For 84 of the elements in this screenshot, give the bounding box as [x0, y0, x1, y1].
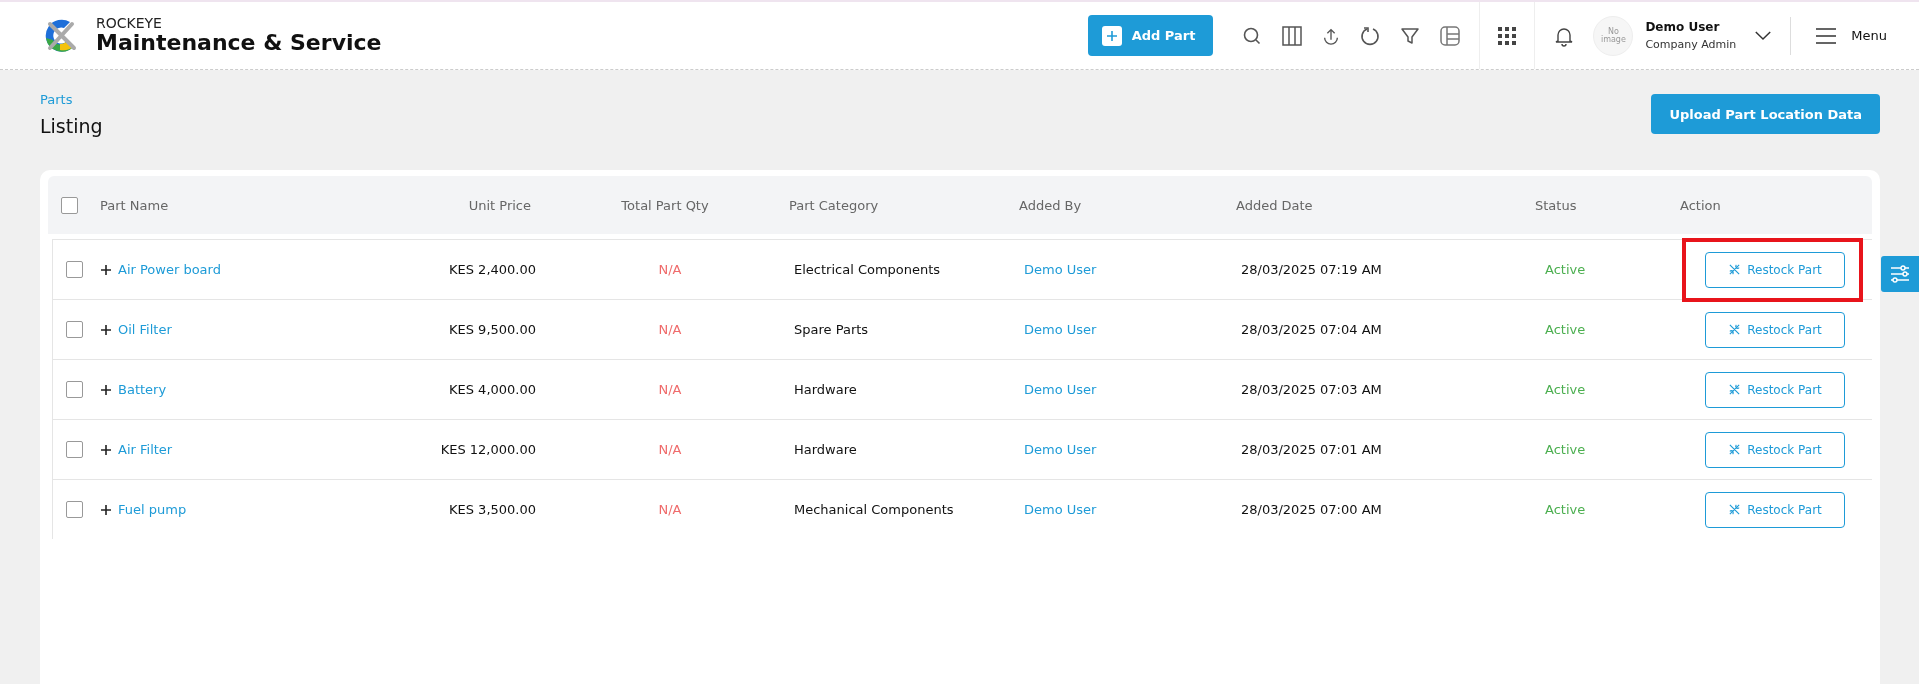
expand-icon[interactable]	[101, 504, 111, 515]
breadcrumb-link[interactable]: Parts	[40, 92, 103, 107]
restock-part-button[interactable]: Restock Part	[1705, 491, 1845, 528]
total-qty: N/A	[658, 322, 682, 337]
page-title: Listing	[40, 115, 103, 137]
status-label: Active	[1545, 502, 1586, 517]
column-header: Unit Price	[467, 197, 532, 213]
status-label: Active	[1545, 442, 1586, 457]
app-title: Maintenance & Service	[96, 31, 382, 56]
status-label: Active	[1545, 322, 1586, 337]
column-header: Part Name	[99, 197, 170, 213]
layout-icon[interactable]	[1439, 24, 1462, 47]
added-by-link[interactable]: Demo User	[1024, 382, 1097, 397]
restock-part-button[interactable]: Restock Part	[1705, 431, 1845, 468]
part-category: Hardware	[794, 442, 857, 457]
total-qty: N/A	[658, 502, 682, 517]
column-header: Added By	[1018, 197, 1083, 213]
column-header: Added Date	[1235, 197, 1314, 213]
added-by-link[interactable]: Demo User	[1024, 442, 1097, 457]
status-label: Active	[1545, 262, 1586, 277]
sliders-icon	[1890, 265, 1910, 283]
menu-button[interactable]: Menu	[1809, 26, 1893, 45]
unit-price: KES 2,400.00	[449, 262, 536, 277]
plus-icon	[1101, 25, 1122, 46]
added-by-link[interactable]: Demo User	[1024, 262, 1097, 277]
expand-icon[interactable]	[101, 324, 111, 335]
column-header: Part Category	[788, 197, 880, 213]
row-checkbox[interactable]	[65, 441, 83, 458]
unit-price: KES 4,000.00	[449, 382, 536, 397]
brand-name: ROCKEYE	[96, 15, 163, 32]
unit-price: KES 9,500.00	[449, 322, 536, 337]
row-checkbox[interactable]	[65, 381, 83, 398]
tools-icon	[1728, 443, 1742, 456]
part-category: Hardware	[794, 382, 857, 397]
tools-icon	[1728, 323, 1742, 336]
upload-button[interactable]: Upload Part Location Data	[1651, 94, 1880, 134]
total-qty: N/A	[658, 382, 682, 397]
add-part-button[interactable]: Add Part	[1087, 15, 1214, 56]
avatar-text: No image	[1599, 27, 1627, 44]
user-name: Demo User	[1645, 20, 1721, 34]
refresh-icon[interactable]	[1359, 24, 1382, 47]
part-name-link[interactable]: Battery	[118, 382, 167, 397]
column-header: Action	[1679, 197, 1722, 213]
part-category: Spare Parts	[794, 322, 869, 337]
part-name-link[interactable]: Air Filter	[118, 442, 173, 457]
expand-icon[interactable]	[101, 444, 111, 455]
added-by-link[interactable]: Demo User	[1024, 502, 1097, 517]
tools-icon	[1728, 503, 1742, 516]
unit-price: KES 3,500.00	[449, 502, 536, 517]
expand-icon[interactable]	[101, 384, 111, 395]
select-all-checkbox[interactable]	[60, 196, 78, 214]
user-role: Company Admin	[1645, 38, 1737, 51]
expand-icon[interactable]	[101, 264, 111, 275]
part-category: Mechanical Components	[794, 502, 954, 517]
columns-icon[interactable]	[1281, 24, 1304, 47]
chevron-down-icon[interactable]	[1754, 30, 1773, 41]
tools-icon	[1728, 383, 1742, 396]
restock-part-button[interactable]: Restock Part	[1705, 371, 1845, 408]
settings-sliders-button[interactable]	[1881, 256, 1919, 292]
added-by-link[interactable]: Demo User	[1024, 322, 1097, 337]
tools-icon	[1728, 263, 1742, 276]
added-date: 28/03/2025 07:03 AM	[1241, 382, 1382, 397]
restock-part-button[interactable]: Restock Part	[1705, 251, 1845, 288]
status-label: Active	[1545, 382, 1586, 397]
avatar[interactable]: No image	[1593, 15, 1634, 56]
part-name-link[interactable]: Air Power board	[118, 262, 221, 277]
column-header: Status	[1534, 197, 1578, 213]
apps-grid-icon[interactable]	[1498, 26, 1517, 45]
part-category: Electrical Components	[794, 262, 941, 277]
added-date: 28/03/2025 07:19 AM	[1241, 262, 1382, 277]
restock-part-button[interactable]: Restock Part	[1705, 311, 1845, 348]
row-checkbox[interactable]	[65, 321, 83, 338]
added-date: 28/03/2025 07:01 AM	[1241, 442, 1382, 457]
total-qty: N/A	[658, 262, 682, 277]
part-name-link[interactable]: Fuel pump	[118, 502, 187, 517]
part-name-link[interactable]: Oil Filter	[118, 322, 172, 337]
row-checkbox[interactable]	[65, 501, 83, 518]
added-date: 28/03/2025 07:04 AM	[1241, 322, 1382, 337]
unit-price: KES 12,000.00	[440, 442, 536, 457]
total-qty: N/A	[658, 442, 682, 457]
row-checkbox[interactable]	[65, 261, 83, 278]
menu-icon	[1815, 27, 1838, 44]
column-header: Total Part Qty	[620, 197, 710, 213]
added-date: 28/03/2025 07:00 AM	[1241, 502, 1382, 517]
